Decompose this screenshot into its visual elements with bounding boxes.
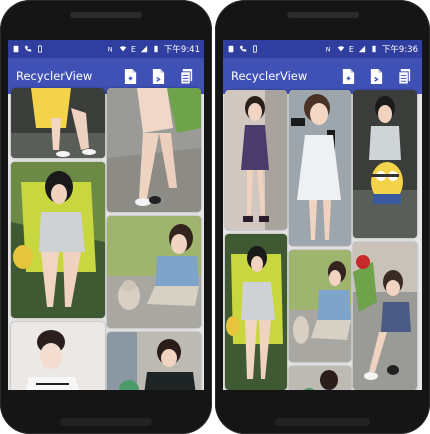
- wifi-icon: [119, 45, 127, 53]
- svg-text:N: N: [326, 45, 331, 53]
- toolbar-title: RecyclerView: [16, 69, 93, 83]
- photo-card[interactable]: [225, 234, 287, 390]
- photo-card[interactable]: [11, 88, 105, 158]
- call-icon: [239, 45, 247, 53]
- right-phone: N E 下午9:36 RecyclerView: [215, 0, 430, 434]
- right-screen: N E 下午9:36 RecyclerView: [223, 40, 422, 390]
- network-type: E: [348, 44, 354, 54]
- nfc-icon: N: [325, 45, 333, 53]
- clock: 下午9:41: [163, 45, 200, 55]
- photo-card[interactable]: [107, 332, 201, 390]
- copy-doc-icon[interactable]: [150, 67, 166, 85]
- vibrate-icon: [36, 45, 44, 53]
- add-doc-icon[interactable]: [340, 67, 356, 85]
- sim-icon: [227, 45, 235, 53]
- battery-icon: [152, 45, 160, 53]
- svg-text:N: N: [108, 45, 113, 53]
- toolbar-title: RecyclerView: [231, 69, 308, 83]
- left-phone: N E 下午9:41 RecyclerView: [0, 0, 212, 434]
- photo-card[interactable]: [289, 366, 351, 390]
- clock: 下午9:36: [381, 45, 418, 55]
- status-bar: N E 下午9:41: [8, 40, 204, 58]
- photo-card[interactable]: [107, 216, 201, 328]
- app-toolbar: RecyclerView: [223, 58, 422, 94]
- photo-grid[interactable]: [223, 90, 422, 390]
- call-icon: [24, 45, 32, 53]
- left-speaker-top: [70, 12, 142, 18]
- sim-icon: [12, 45, 20, 53]
- photo-card[interactable]: [107, 88, 201, 212]
- photo-card[interactable]: [11, 322, 105, 390]
- add-doc-icon[interactable]: [122, 67, 138, 85]
- nfc-icon: N: [107, 45, 115, 53]
- right-speaker-top: [287, 12, 359, 18]
- photo-card[interactable]: [225, 90, 287, 230]
- photo-card[interactable]: [289, 250, 351, 362]
- photo-card[interactable]: [353, 90, 417, 238]
- left-bottom-bezel: [60, 418, 152, 426]
- photo-card[interactable]: [11, 162, 105, 318]
- stack-doc-icon[interactable]: [178, 67, 194, 85]
- stack-doc-icon[interactable]: [396, 67, 412, 85]
- status-bar: N E 下午9:36: [223, 40, 422, 58]
- photo-card[interactable]: [353, 242, 417, 390]
- vibrate-icon: [251, 45, 259, 53]
- wifi-icon: [337, 45, 345, 53]
- photo-card[interactable]: [289, 90, 351, 246]
- photo-grid[interactable]: [8, 88, 204, 390]
- network-type: E: [130, 44, 136, 54]
- right-bottom-bezel: [275, 418, 370, 426]
- battery-icon: [370, 45, 378, 53]
- signal-icon: [358, 45, 366, 53]
- copy-doc-icon[interactable]: [368, 67, 384, 85]
- left-screen: N E 下午9:41 RecyclerView: [8, 40, 204, 390]
- signal-icon: [140, 45, 148, 53]
